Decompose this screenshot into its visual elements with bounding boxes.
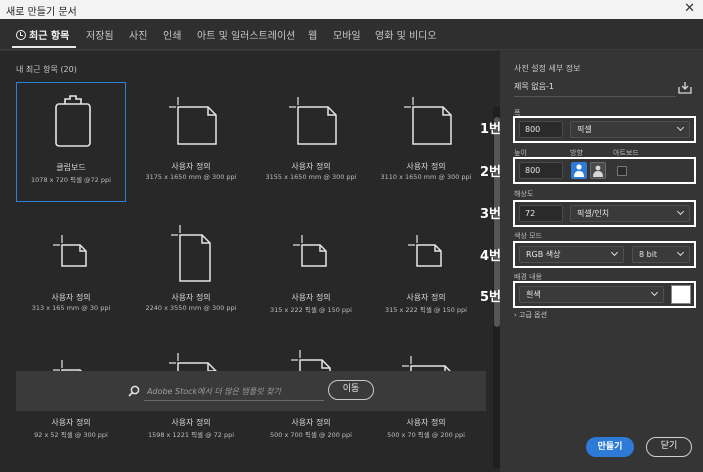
preset-dimensions: 500 x 70 픽셀 @ 200 ppi [387, 431, 465, 439]
tab-saved[interactable]: 저장됨 [86, 27, 114, 42]
preset-name: 사용자 정의 [51, 418, 91, 427]
advanced-options-label: 고급 옵션 [519, 311, 548, 319]
preset-dimensions: 1598 x 1221 픽셀 @ 72 ppi [147, 431, 235, 439]
preset-details-title: 사전 설정 세부 정보 [514, 64, 581, 73]
stock-search-input[interactable] [144, 382, 324, 401]
preset-dimensions: 3110 x 1650 mm @ 300 ppi [380, 173, 472, 181]
preset-name: 사용자 정의 [291, 162, 331, 171]
go-button[interactable]: 이동 [328, 380, 374, 400]
preset-name: 사용자 정의 [406, 162, 446, 171]
chevron-right-icon: › [514, 311, 517, 319]
active-tab-indicator [12, 46, 76, 48]
preset-dimensions: 3155 x 1650 mm @ 300 ppi [265, 173, 357, 181]
clipboard-icon [17, 83, 125, 167]
preset-card[interactable]: 사용자 정의 315 x 222 픽셀 @ 150 ppi [256, 213, 366, 333]
clock-icon [16, 30, 26, 40]
preset-details-panel: 사전 설정 세부 정보 제목 없음-1 폭 800 픽셀 1번 높이 방향 아트… [480, 51, 703, 472]
callout-label-2: 2번 [480, 165, 502, 180]
tab-print[interactable]: 인쇄 [163, 27, 181, 42]
advanced-options-toggle[interactable]: › 고급 옵션 [514, 310, 547, 320]
callout-label-4: 4번 [480, 249, 502, 264]
document-landscape-icon [256, 82, 366, 166]
close-icon[interactable]: ✕ [684, 1, 695, 16]
preset-dimensions: 500 x 700 픽셀 @ 200 ppi [270, 431, 352, 439]
callout-label-5: 5번 [480, 290, 502, 305]
create-button[interactable]: 만들기 [586, 437, 634, 457]
preset-name: 사용자 정의 [291, 418, 331, 427]
preset-card[interactable]: 사용자 정의 313 x 165 mm @ 30 ppi [16, 213, 126, 333]
preset-dimensions: 1078 x 720 픽셀 @72 ppi [31, 176, 111, 184]
preset-name: 사용자 정의 [406, 418, 446, 427]
callout-box-1 [513, 116, 696, 143]
preset-card[interactable]: 사용자 정의 3175 x 1650 mm @ 300 ppi [136, 82, 246, 202]
callout-label-1: 1번 [480, 122, 502, 137]
recent-count: (20) [60, 65, 77, 74]
tab-label: 최근 항목 [29, 31, 70, 42]
callout-box-4 [513, 241, 696, 268]
preset-dimensions: 92 x 52 픽셀 @ 300 ppi [34, 431, 108, 439]
document-portrait-icon [136, 213, 246, 297]
preset-card[interactable]: 사용자 정의 3110 x 1650 mm @ 300 ppi [371, 82, 481, 202]
preset-name: 사용자 정의 [291, 293, 331, 302]
document-name-field[interactable]: 제목 없음-1 [514, 81, 676, 97]
callout-label-3: 3번 [480, 207, 502, 222]
tab-film-video[interactable]: 영화 및 비디오 [375, 27, 437, 42]
preset-name: 사용자 정의 [171, 162, 211, 171]
preset-dimensions: 315 x 222 픽셀 @ 150 ppi [270, 306, 352, 314]
save-preset-icon[interactable] [678, 81, 692, 94]
document-landscape-icon [371, 82, 481, 166]
category-tabs: 최근 항목 저장됨 사진 인쇄 아트 및 일러스트레이션 웹 모바일 영화 및 … [0, 19, 703, 50]
document-landscape-icon [136, 82, 246, 166]
preset-card[interactable]: 사용자 정의 2240 x 3550 mm @ 300 ppi [136, 213, 246, 333]
search-icon [128, 385, 140, 397]
tab-mobile[interactable]: 모바일 [333, 27, 361, 42]
preset-card-clipboard[interactable]: 클립보드 1078 x 720 픽셀 @72 ppi [16, 82, 126, 202]
callout-box-2 [513, 157, 696, 184]
preset-name: 사용자 정의 [171, 418, 211, 427]
preset-dimensions: 313 x 165 mm @ 30 ppi [31, 304, 111, 312]
recent-section-title: 내 최근 항목 (20) [16, 64, 77, 75]
recent-title: 내 최근 항목 [16, 65, 58, 74]
preset-card[interactable]: 사용자 정의 315 x 222 픽셀 @ 150 ppi [371, 213, 481, 333]
window-title: 새로 만들기 문서 [6, 7, 77, 18]
close-button[interactable]: 닫기 [646, 437, 692, 457]
tab-web[interactable]: 웹 [308, 27, 317, 42]
preset-card[interactable]: 사용자 정의 3155 x 1650 mm @ 300 ppi [256, 82, 366, 202]
tab-recent[interactable]: 최근 항목 [16, 27, 69, 42]
resolution-label: 해상도 [514, 190, 534, 198]
preset-name: 사용자 정의 [51, 293, 91, 302]
tab-art-illustration[interactable]: 아트 및 일러스트레이션 [197, 27, 295, 42]
preset-dimensions: 3175 x 1650 mm @ 300 ppi [145, 173, 237, 181]
preset-name: 클립보드 [56, 163, 86, 172]
document-small-icon [256, 213, 366, 297]
callout-box-3 [513, 200, 696, 227]
document-small-icon [371, 213, 481, 297]
preset-dimensions: 315 x 222 픽셀 @ 150 ppi [385, 306, 467, 314]
stock-search-bar: 이동 [16, 371, 486, 411]
color-mode-label: 색상 모드 [514, 232, 542, 240]
document-small-icon [16, 213, 126, 297]
preset-dimensions: 2240 x 3550 mm @ 300 ppi [145, 304, 237, 312]
title-bar: 새로 만들기 문서 ✕ [0, 0, 703, 19]
tab-photo[interactable]: 사진 [129, 27, 147, 42]
callout-box-5 [513, 281, 696, 308]
preset-name: 사용자 정의 [171, 293, 211, 302]
preset-name: 사용자 정의 [406, 293, 446, 302]
